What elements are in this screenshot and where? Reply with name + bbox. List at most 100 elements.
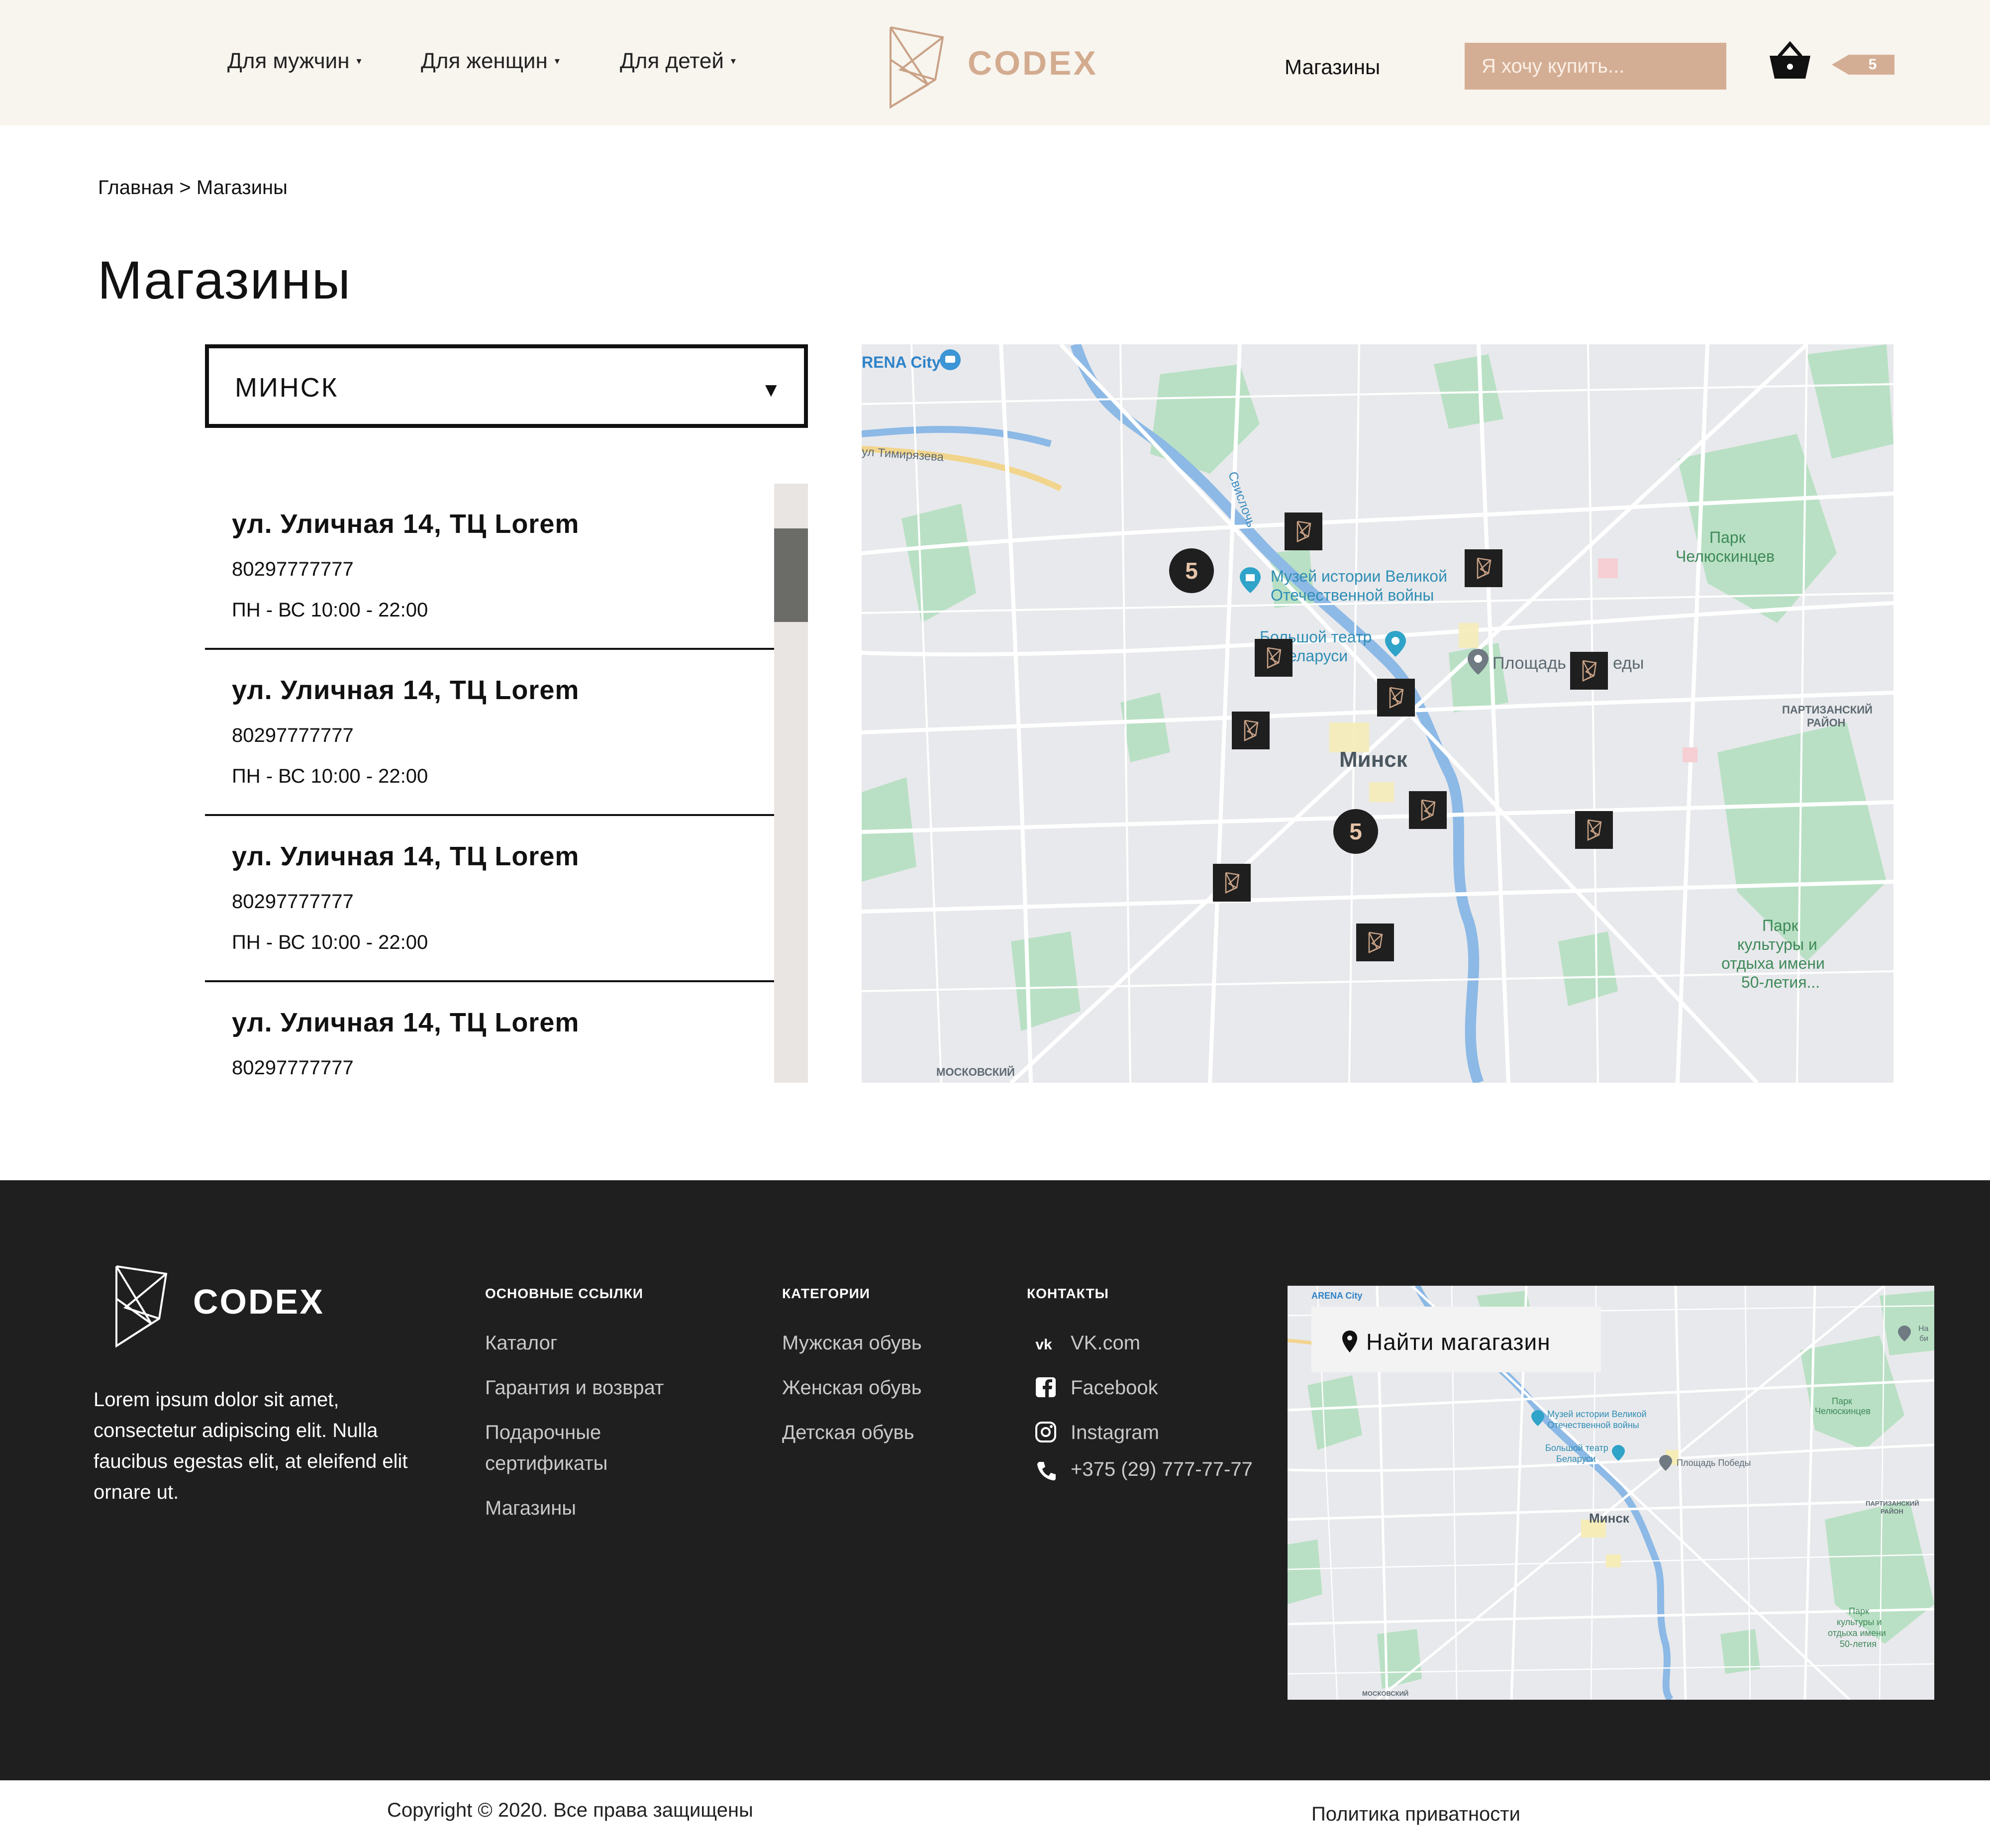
footer-logo-wordmark[interactable]: CODEX <box>193 1282 324 1322</box>
location-pin-icon <box>1342 1331 1357 1352</box>
store-cluster-marker[interactable]: 5 <box>1333 809 1378 854</box>
footer-map-label: культуры и <box>1837 1617 1882 1627</box>
store-marker-icon[interactable] <box>1570 652 1608 690</box>
store-address: ул. Уличная 14, ТЦ Lorem <box>232 1008 580 1037</box>
store-marker-icon[interactable] <box>1575 811 1613 849</box>
breadcrumb[interactable]: Главная > Магазины <box>98 177 288 199</box>
footer-link-gift-cards[interactable]: Подарочные сертификаты <box>485 1417 694 1479</box>
poi-theatre-icon[interactable] <box>1384 630 1407 658</box>
poi-square-icon[interactable] <box>1467 648 1490 676</box>
store-marker-icon[interactable] <box>1356 924 1394 961</box>
store-marker-icon[interactable] <box>1255 639 1293 677</box>
footer-link-catalog[interactable]: Каталог <box>485 1328 557 1358</box>
city-select-value: МИНСК <box>235 373 339 403</box>
store-address: ул. Уличная 14, ТЦ Lorem <box>232 841 580 871</box>
footer-link-womens-shoes[interactable]: Женская обувь <box>782 1372 922 1403</box>
store-marker-icon[interactable] <box>1377 679 1415 717</box>
store-marker-icon[interactable] <box>1232 712 1270 749</box>
codex-logo-mark[interactable] <box>111 1264 171 1348</box>
stores-link[interactable]: Магазины <box>1285 55 1380 79</box>
footer-map-label: отдыха имени <box>1828 1628 1886 1638</box>
scrollbar-thumb[interactable] <box>774 528 808 622</box>
dropdown-arrow-icon: ▼ <box>761 379 781 401</box>
store-marker-icon[interactable] <box>1465 549 1502 587</box>
map-label: Парк <box>1709 528 1746 546</box>
map-label: Минск <box>1339 747 1407 772</box>
map-label: отдыха имени <box>1721 954 1825 972</box>
nav-men[interactable]: Для мужчин ▾ <box>227 49 362 74</box>
footer-contact-facebook[interactable]: Facebook <box>1071 1372 1158 1403</box>
caret-down-icon: ▾ <box>554 56 560 67</box>
search-input[interactable] <box>1465 43 1726 90</box>
footer-map-label: МОСКОВСКИЙ <box>1362 1690 1409 1697</box>
footer-link-kids-shoes[interactable]: Детская обувь <box>782 1417 914 1448</box>
store-hours: ПН - ВС 10:00 - 22:00 <box>232 931 428 953</box>
footer-map-label: Отечественной войны <box>1547 1420 1639 1430</box>
store-phone: 80297777777 <box>232 724 354 746</box>
map-label: Музей истории Великой <box>1271 567 1447 585</box>
footer-map-label: На <box>1918 1325 1929 1333</box>
find-store-label: Найти магагазин <box>1366 1329 1551 1355</box>
map-label: Челюскинцев <box>1676 547 1775 565</box>
store-map[interactable]: RENA City ул Тимирязева Свислочь Музей и… <box>862 344 1893 1083</box>
footer-heading-contacts: КОНТАКТЫ <box>1027 1286 1109 1301</box>
footer-map-label: Парк <box>1849 1606 1869 1616</box>
nav-kids-label: Для детей <box>620 49 724 73</box>
footer-contact-vk[interactable]: VK.com <box>1071 1328 1140 1358</box>
store-hours: ПН - ВС 10:00 - 22:00 <box>232 599 428 621</box>
footer-link-warranty[interactable]: Гарантия и возврат <box>485 1372 664 1403</box>
map-label: РАЙОН <box>1807 717 1846 729</box>
logo-wordmark[interactable]: CODEX <box>968 44 1098 83</box>
footer-heading-links: ОСНОВНЫЕ ССЫЛКИ <box>485 1286 644 1301</box>
map-label: культуры и <box>1737 935 1817 953</box>
store-list-item[interactable]: ул. Уличная 14, ТЦ Lorem 80297777777 <box>205 982 775 1083</box>
store-marker-icon[interactable] <box>1213 864 1251 902</box>
city-select[interactable]: МИНСК ▼ <box>205 344 808 428</box>
store-list-item[interactable]: ул. Уличная 14, ТЦ Lorem 80297777777 ПН … <box>205 816 775 982</box>
nav-women-label: Для женщин <box>421 49 548 73</box>
caret-down-icon: ▾ <box>356 56 362 67</box>
footer-map-label: Площадь Победы <box>1677 1458 1751 1468</box>
nav-women[interactable]: Для женщин ▾ <box>421 49 560 74</box>
footer-link-mens-shoes[interactable]: Мужская обувь <box>782 1328 922 1358</box>
nav-kids[interactable]: Для детей ▾ <box>620 49 736 74</box>
store-phone: 80297777777 <box>232 558 354 580</box>
footer-map-label: ПАРТИЗАНСКИЙ <box>1866 1500 1919 1507</box>
facebook-icon[interactable] <box>1035 1376 1057 1398</box>
footer-heading-categories: КАТЕГОРИИ <box>782 1286 870 1301</box>
store-list-item[interactable]: ул. Уличная 14, ТЦ Lorem 80297777777 ПН … <box>205 484 775 650</box>
footer-map-label: 50-летия <box>1840 1639 1877 1649</box>
map-label: МОСКОВСКИЙ <box>936 1066 1015 1078</box>
map-label: RENA City <box>862 353 941 371</box>
footer-contact-phone[interactable]: +375 (29) 777-77-77 <box>1071 1454 1253 1485</box>
nav-men-label: Для мужчин <box>227 49 350 73</box>
poi-arena-icon[interactable] <box>939 348 962 371</box>
store-hours: ПН - ВС 10:00 - 22:00 <box>232 765 428 787</box>
map-label: Парк <box>1762 917 1798 934</box>
privacy-policy-link[interactable]: Политика приватности <box>1311 1803 1520 1826</box>
footer-map-label: ARENA City <box>1311 1291 1363 1301</box>
footer-link-stores[interactable]: Магазины <box>485 1493 576 1524</box>
store-marker-icon[interactable] <box>1409 791 1447 829</box>
cart-count: 5 <box>1868 56 1877 73</box>
poi-museum-icon[interactable] <box>1239 566 1262 594</box>
map-label: 50-летия... <box>1741 973 1820 991</box>
store-address: ул. Уличная 14, ТЦ Lorem <box>232 509 580 539</box>
map-label: Отечественной войны <box>1271 586 1434 604</box>
store-marker-icon[interactable] <box>1285 513 1322 550</box>
store-phone: 80297777777 <box>232 1057 354 1079</box>
store-cluster-marker[interactable]: 5 <box>1169 548 1214 593</box>
copyright-text: Copyright © 2020. Все права защищены <box>387 1799 753 1821</box>
vk-icon[interactable]: vk <box>1033 1333 1055 1354</box>
shopping-basket-icon[interactable] <box>1769 41 1811 81</box>
page-title: Магазины <box>98 250 352 310</box>
store-list[interactable]: ул. Уличная 14, ТЦ Lorem 80297777777 ПН … <box>205 484 775 1083</box>
svg-text:vk: vk <box>1035 1336 1052 1353</box>
instagram-icon[interactable] <box>1035 1421 1057 1443</box>
footer-map-label: Большой театр <box>1545 1443 1608 1453</box>
footer-map-label: Музей истории Великой <box>1547 1409 1647 1419</box>
caret-down-icon: ▾ <box>730 56 736 67</box>
phone-icon[interactable] <box>1036 1460 1058 1482</box>
footer-contact-instagram[interactable]: Instagram <box>1071 1417 1159 1448</box>
store-list-item[interactable]: ул. Уличная 14, ТЦ Lorem 80297777777 ПН … <box>205 650 775 816</box>
